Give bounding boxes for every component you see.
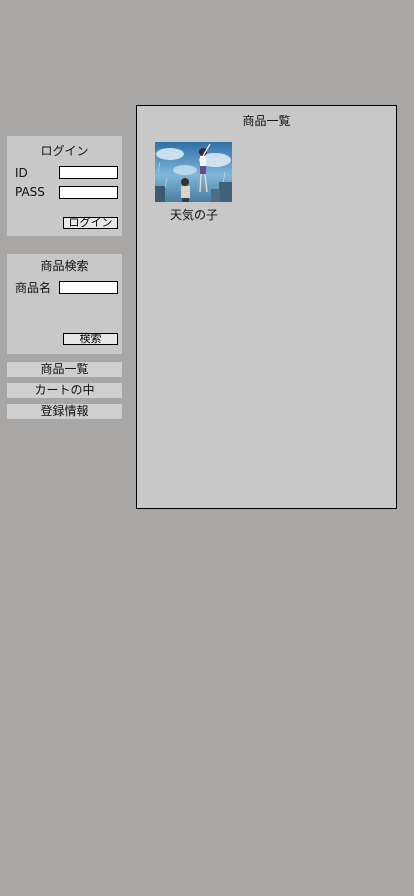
product-card[interactable]: 天気の子 [155,142,233,222]
product-name[interactable]: 天気の子 [155,208,233,222]
nav-product-list-button[interactable]: 商品一覧 [7,362,122,377]
nav-registration-info-button[interactable]: 登録情報 [7,404,122,419]
id-input[interactable] [59,166,118,179]
product-image[interactable] [155,142,232,202]
product-list-panel: 商品一覧 天気の子 [136,105,397,509]
nav-cart-button[interactable]: カートの中 [7,383,122,398]
login-button[interactable]: ログイン [63,217,118,229]
pass-label: PASS [15,185,45,199]
search-title: 商品検索 [40,259,89,273]
pass-input[interactable] [59,186,118,199]
product-name-input[interactable] [59,281,118,294]
product-list-title: 商品一覧 [242,114,291,128]
id-label: ID [15,166,28,180]
login-panel: ログイン ID PASS ログイン [7,136,122,236]
login-title: ログイン [40,144,89,158]
product-name-label: 商品名 [15,281,52,295]
search-panel: 商品検索 商品名 検索 [7,254,122,354]
search-button[interactable]: 検索 [63,333,118,345]
